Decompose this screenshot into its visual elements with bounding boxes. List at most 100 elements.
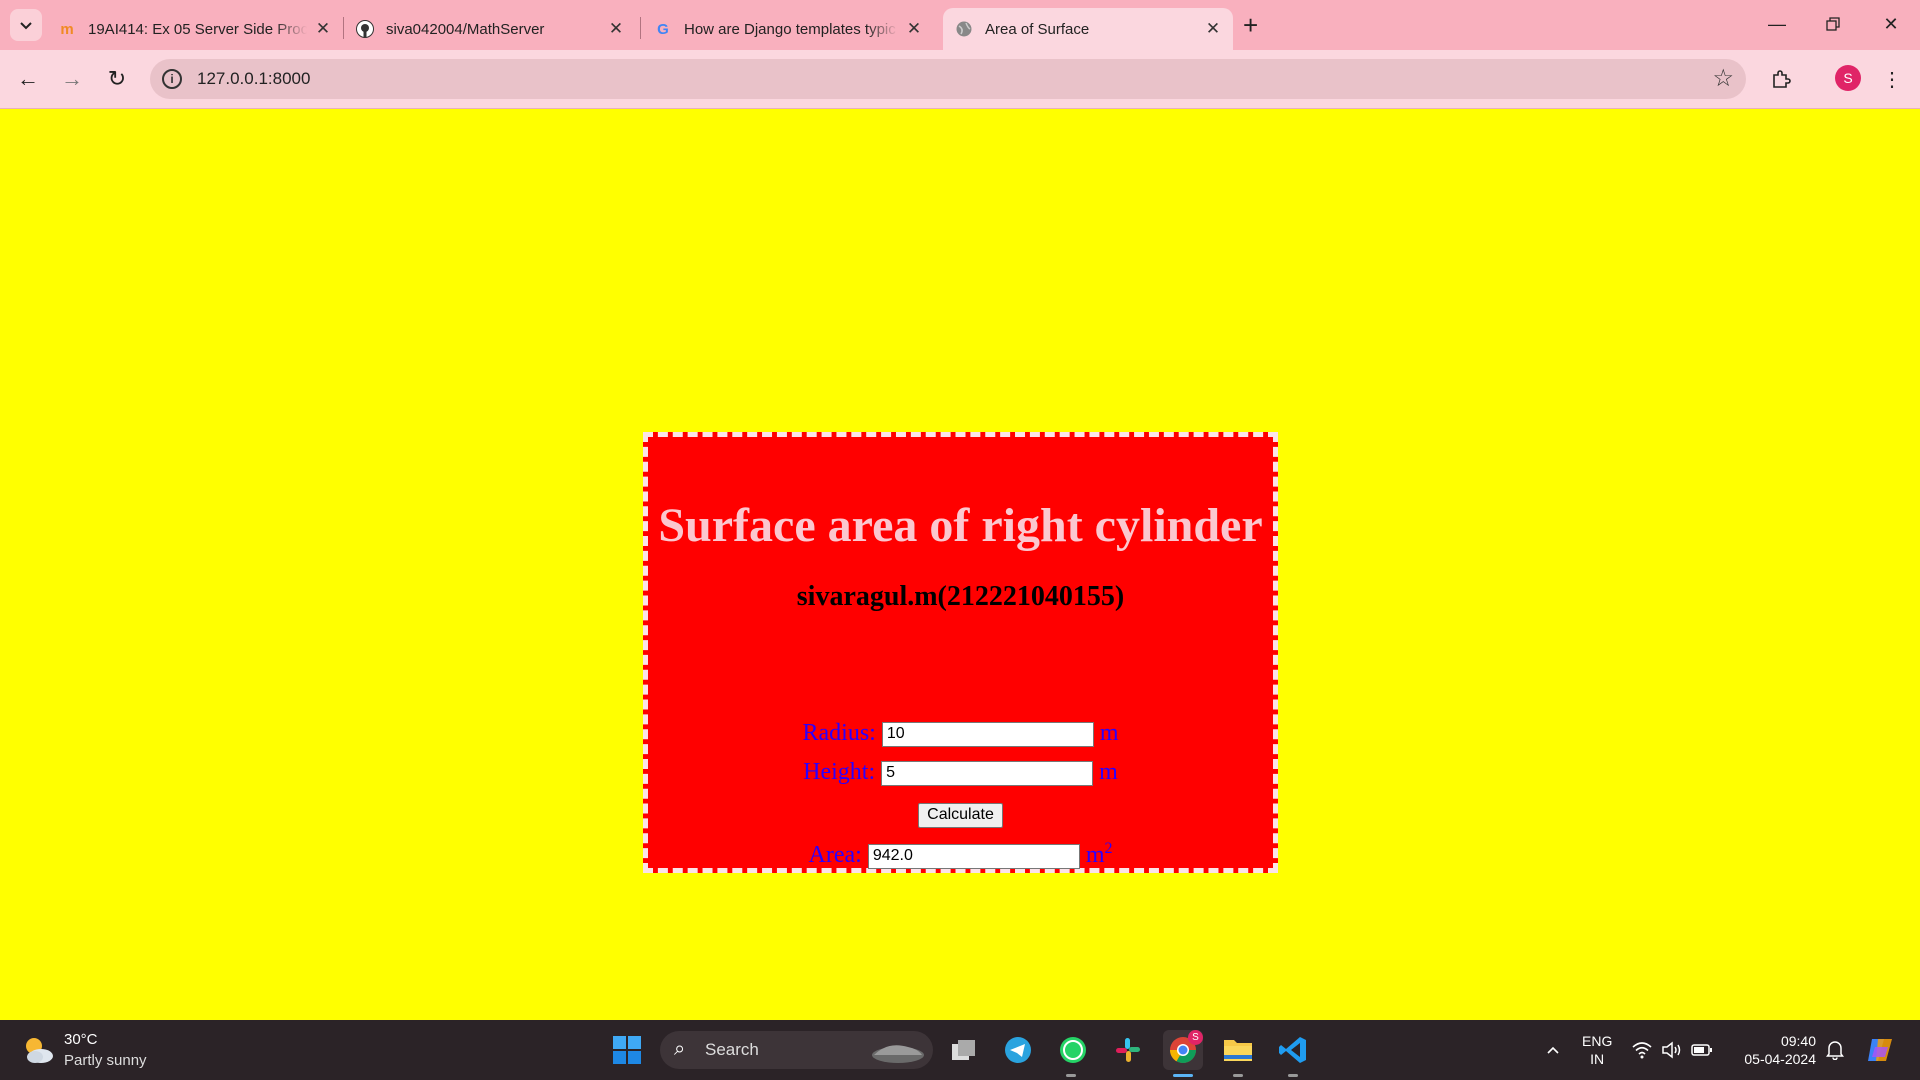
chevron-down-icon <box>20 22 32 30</box>
area-row: Area: m2 <box>648 840 1273 869</box>
restore-icon <box>1826 17 1840 31</box>
chevron-up-icon <box>1547 1046 1559 1054</box>
close-icon[interactable]: ✕ <box>904 19 924 39</box>
url-text[interactable]: 127.0.0.1:8000 <box>197 69 310 89</box>
height-label: Height: <box>803 759 876 785</box>
slack-icon <box>1116 1038 1140 1062</box>
wifi-icon <box>1632 1042 1652 1059</box>
moodle-icon: m <box>60 20 74 38</box>
tab-search-button[interactable] <box>10 9 42 41</box>
height-input[interactable] <box>881 760 1094 786</box>
tab-title: Area of Surface <box>985 20 1090 38</box>
close-icon[interactable]: ✕ <box>1203 19 1223 39</box>
language-region: IN <box>1590 1051 1605 1067</box>
clock-date: 05-04-2024 <box>1744 1051 1816 1067</box>
plus-icon: + <box>1243 10 1259 40</box>
tab-title: 19AI414: Ex 05 Server Side Proc <box>88 20 307 38</box>
height-row: Height: m <box>648 759 1273 786</box>
back-button[interactable]: ← <box>12 63 44 95</box>
taskbar: 30°C Partly sunny ⌕ Search S ENG IN 09:4… <box>0 1020 1920 1080</box>
clock-time: 09:40 <box>1780 1033 1816 1049</box>
partly-sunny-icon[interactable] <box>20 1032 56 1068</box>
minimize-button[interactable]: — <box>1757 8 1797 40</box>
vscode-icon <box>1279 1037 1306 1063</box>
profile-avatar[interactable]: S <box>1835 65 1861 91</box>
notifications-button[interactable] <box>1815 1030 1855 1070</box>
show-hidden-icons-button[interactable] <box>1533 1030 1573 1070</box>
slack-button[interactable] <box>1108 1030 1148 1070</box>
close-window-button[interactable]: ✕ <box>1871 8 1911 40</box>
quick-settings-button[interactable] <box>1627 1030 1717 1070</box>
height-unit: m <box>1099 759 1118 785</box>
chrome-profile-badge: S <box>1188 1030 1203 1045</box>
tab-title: siva042004/MathServer <box>386 20 545 38</box>
area-label: Area: <box>808 842 862 868</box>
tab-area-of-surface[interactable]: Area of Surface ✕ <box>943 8 1233 50</box>
forward-button[interactable]: → <box>56 63 88 95</box>
browser-toolbar: ← → ↻ i 127.0.0.1:8000 ☆ ⋮ <box>0 50 1920 109</box>
whatsapp-icon <box>1060 1037 1086 1063</box>
area-output[interactable] <box>867 843 1080 869</box>
minimize-icon: — <box>1768 13 1786 34</box>
input-language[interactable]: ENG IN <box>1582 1032 1612 1068</box>
radius-row: Radius: m <box>648 720 1273 747</box>
copilot-button[interactable] <box>1861 1030 1901 1070</box>
running-indicator <box>1233 1074 1243 1077</box>
tab-separator <box>343 17 344 39</box>
search-label: Search <box>705 1040 759 1059</box>
telegram-icon <box>1005 1037 1031 1063</box>
tab-github[interactable]: siva042004/MathServer ✕ <box>356 8 626 50</box>
tab-google[interactable]: G How are Django templates typic ✕ <box>654 8 924 50</box>
task-view-button[interactable] <box>944 1030 984 1070</box>
file-explorer-button[interactable] <box>1218 1030 1258 1070</box>
whatsapp-button[interactable] <box>1053 1030 1093 1070</box>
radius-label: Radius: <box>802 720 876 746</box>
calculate-row: Calculate <box>648 799 1273 828</box>
new-tab-button[interactable]: + <box>1243 12 1258 38</box>
bell-icon <box>1826 1041 1844 1060</box>
arrow-right-icon: → <box>61 66 83 91</box>
radius-unit: m <box>1099 720 1119 746</box>
search-icon: ⌕ <box>674 1038 686 1060</box>
telegram-button[interactable] <box>998 1030 1038 1070</box>
close-icon[interactable]: ✕ <box>606 19 626 39</box>
tab-moodle[interactable]: m 19AI414: Ex 05 Server Side Proc ✕ <box>58 8 333 50</box>
reload-icon: ↻ <box>107 66 127 91</box>
vscode-button[interactable] <box>1273 1030 1313 1070</box>
page-title: Surface area of right cylinder <box>658 499 1263 552</box>
volume-icon <box>1662 1041 1681 1059</box>
radius-input[interactable] <box>881 721 1094 747</box>
close-icon[interactable]: ✕ <box>313 19 333 39</box>
close-icon: ✕ <box>1883 13 1899 34</box>
running-indicator <box>1066 1074 1076 1077</box>
folder-icon <box>1224 1040 1252 1061</box>
calculate-button[interactable]: Calculate <box>918 802 1003 828</box>
weather-description[interactable]: Partly sunny <box>64 1052 147 1069</box>
arrow-left-icon: ← <box>17 66 39 91</box>
author-label: sivaragul.m(212221040155) <box>796 581 1125 612</box>
start-button[interactable] <box>607 1030 647 1070</box>
browser-menu-button[interactable]: ⋮ <box>1876 63 1908 95</box>
windows-logo-icon <box>613 1036 641 1064</box>
extensions-button[interactable] <box>1765 63 1797 95</box>
task-view-icon <box>952 1040 975 1060</box>
area-unit-exponent: 2 <box>1104 840 1113 857</box>
more-vertical-icon: ⋮ <box>1882 68 1902 91</box>
address-bar[interactable]: i 127.0.0.1:8000 ☆ <box>150 59 1746 99</box>
area-unit-base: m <box>1085 842 1105 868</box>
puzzle-icon <box>1773 70 1791 88</box>
weather-temperature[interactable]: 30°C <box>64 1031 98 1048</box>
github-icon <box>356 20 374 38</box>
clock[interactable]: 09:40 05-04-2024 <box>1736 1032 1816 1068</box>
copilot-icon <box>1868 1039 1892 1061</box>
tab-separator <box>640 17 641 39</box>
tab-title: How are Django templates typic <box>684 20 896 38</box>
page-viewport: Surface area of right cylinder sivaragul… <box>0 109 1920 1020</box>
chrome-button[interactable]: S <box>1163 1030 1203 1070</box>
reload-button[interactable]: ↻ <box>101 63 133 95</box>
bookmark-star-icon[interactable]: ☆ <box>1712 64 1734 93</box>
running-indicator <box>1288 1074 1298 1077</box>
restore-button[interactable] <box>1813 8 1853 40</box>
site-info-icon[interactable]: i <box>162 69 182 89</box>
taskbar-search[interactable]: ⌕ Search <box>660 1031 933 1069</box>
